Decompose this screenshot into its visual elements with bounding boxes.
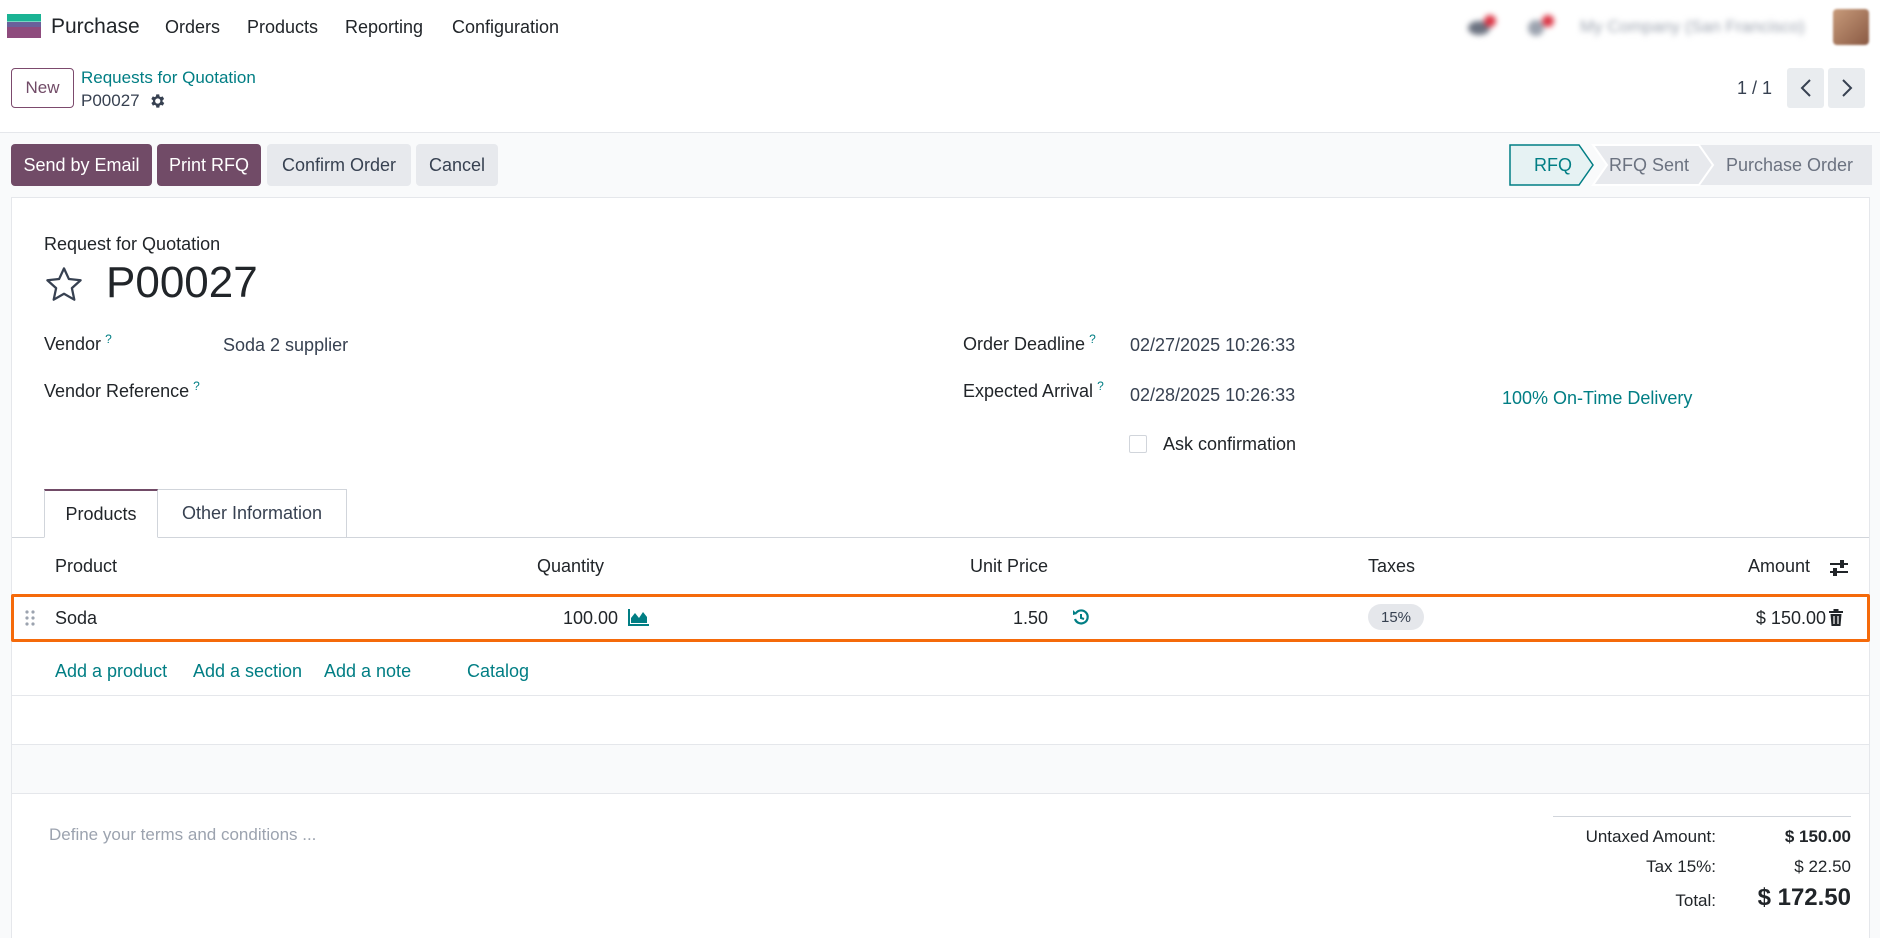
row-highlight — [11, 594, 1870, 642]
order-deadline-label: Order Deadline? — [963, 332, 1096, 354]
tab-products[interactable]: Products — [44, 489, 158, 538]
star-icon[interactable] — [43, 264, 85, 306]
menu-configuration[interactable]: Configuration — [452, 17, 559, 38]
control-panel: New Requests for Quotation P00027 1 / 1 — [0, 54, 1880, 133]
ask-confirmation-label: Ask confirmation — [1163, 434, 1297, 454]
pager-next-button[interactable] — [1828, 68, 1865, 108]
tax-label: Tax 15%: — [1646, 857, 1716, 876]
column-header-quantity[interactable]: Quantity — [537, 556, 604, 577]
on-time-delivery-link[interactable]: 100% On-Time Delivery — [1502, 388, 1692, 409]
catalog-link[interactable]: Catalog — [467, 661, 529, 682]
pager-previous-button[interactable] — [1787, 68, 1824, 108]
help-icon[interactable]: ? — [193, 379, 200, 393]
table-divider — [12, 793, 1869, 794]
expected-arrival-field[interactable]: 02/28/2025 10:26:33 — [1130, 385, 1295, 406]
column-header-taxes[interactable]: Taxes — [1368, 556, 1415, 577]
stage-rfq-sent[interactable]: RFQ Sent — [1609, 155, 1689, 176]
menu-products[interactable]: Products — [247, 17, 318, 38]
status-stages: RFQ RFQ Sent Purchase Order — [1509, 144, 1873, 186]
chevron-right-icon — [1841, 79, 1852, 97]
breadcrumb-rfq-link[interactable]: Requests for Quotation — [81, 68, 256, 88]
tab-other-information[interactable]: Other Information — [158, 489, 347, 538]
print-rfq-button[interactable]: Print RFQ — [157, 144, 261, 186]
column-header-amount[interactable]: Amount — [1748, 556, 1810, 577]
vendor-field[interactable]: Soda 2 supplier — [223, 335, 348, 356]
untaxed-amount-label: Untaxed Amount: — [1585, 827, 1716, 846]
document-name: P00027 — [106, 258, 258, 307]
optional-columns-icon[interactable] — [1828, 558, 1850, 578]
add-section-link[interactable]: Add a section — [193, 661, 302, 682]
menu-orders[interactable]: Orders — [165, 17, 220, 38]
help-icon[interactable]: ? — [105, 332, 112, 346]
document-type-label: Request for Quotation — [44, 234, 221, 254]
untaxed-amount-value: $ 150.00 — [1784, 827, 1851, 846]
vendor-reference-field[interactable] — [223, 376, 923, 406]
totals-divider — [1553, 816, 1851, 817]
chevron-left-icon — [1800, 79, 1811, 97]
chat-icon[interactable] — [1466, 14, 1496, 38]
add-note-link[interactable]: Add a note — [324, 661, 411, 682]
empty-table-row — [12, 696, 1869, 744]
menu-reporting[interactable]: Reporting — [345, 17, 423, 38]
user-avatar[interactable] — [1833, 9, 1869, 45]
terms-conditions-field[interactable]: Define your terms and conditions ... — [49, 825, 316, 845]
help-icon[interactable]: ? — [1089, 332, 1096, 346]
stage-rfq[interactable]: RFQ — [1534, 155, 1572, 176]
app-name[interactable]: Purchase — [51, 15, 140, 39]
form-statusbar: Send by Email Print RFQ Confirm Order Ca… — [0, 132, 1880, 196]
cancel-button[interactable]: Cancel — [416, 144, 498, 186]
vendor-label: Vendor? — [44, 332, 112, 354]
company-switcher[interactable]: My Company (San Francisco) — [1580, 17, 1805, 41]
top-navbar: Purchase Orders Products Reporting Confi… — [0, 0, 1880, 54]
activity-icon[interactable] — [1524, 14, 1554, 38]
purchase-app-icon[interactable] — [7, 14, 41, 38]
form-sheet: Request for Quotation P00027 Vendor? Sod… — [11, 197, 1870, 938]
ask-confirmation-checkbox[interactable] — [1129, 435, 1147, 453]
confirm-order-button[interactable]: Confirm Order — [267, 144, 411, 186]
gear-icon[interactable] — [148, 92, 166, 110]
vendor-reference-label: Vendor Reference? — [44, 379, 200, 401]
tax-value: $ 22.50 — [1794, 857, 1851, 876]
expected-arrival-label: Expected Arrival? — [963, 379, 1104, 401]
pager-value[interactable]: 1 / 1 — [1737, 78, 1772, 99]
column-header-unit-price[interactable]: Unit Price — [970, 556, 1048, 577]
breadcrumb-record-name: P00027 — [81, 91, 140, 110]
total-label: Total: — [1675, 891, 1716, 910]
stage-purchase-order[interactable]: Purchase Order — [1726, 155, 1853, 176]
send-by-email-button[interactable]: Send by Email — [11, 144, 152, 186]
order-deadline-field[interactable]: 02/27/2025 10:26:33 — [1130, 335, 1295, 356]
help-icon[interactable]: ? — [1097, 379, 1104, 393]
column-header-product[interactable]: Product — [55, 556, 117, 577]
empty-table-row — [12, 745, 1869, 793]
new-button[interactable]: New — [11, 68, 74, 108]
add-product-link[interactable]: Add a product — [55, 661, 167, 682]
total-value: $ 172.50 — [1757, 884, 1851, 911]
